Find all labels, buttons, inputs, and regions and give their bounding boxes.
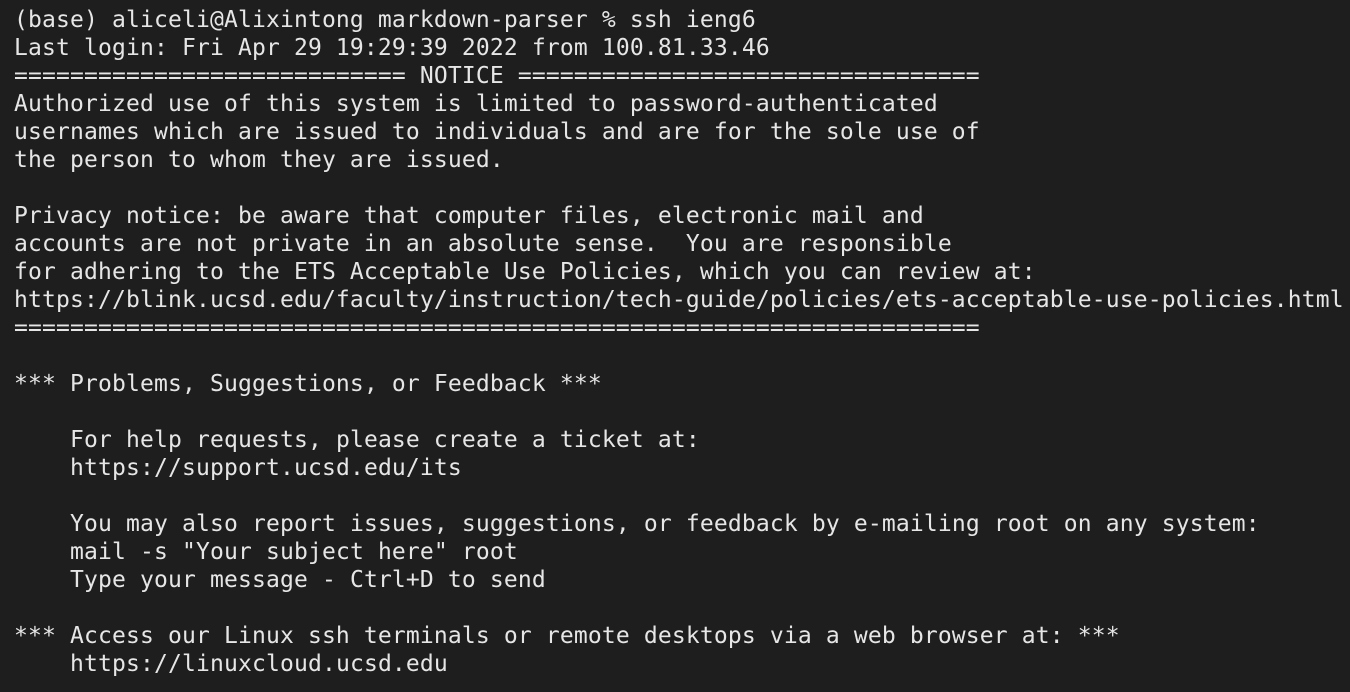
linuxcloud-url-line[interactable]: https://linuxcloud.ucsd.edu bbox=[14, 650, 1350, 678]
support-url-line[interactable]: https://support.ucsd.edu/its bbox=[14, 454, 1350, 482]
terminal-window[interactable]: (base) aliceli@Alixintong markdown-parse… bbox=[0, 0, 1350, 692]
access-heading: *** Access our Linux ssh terminals or re… bbox=[14, 623, 1120, 649]
report-text-line: You may also report issues, suggestions,… bbox=[70, 511, 1260, 537]
privacy-text-line: for adhering to the ETS Acceptable Use P… bbox=[14, 259, 1036, 285]
privacy-text-line: accounts are not private in an absolute … bbox=[14, 231, 952, 257]
notice-text-line: usernames which are issued to individual… bbox=[14, 119, 980, 145]
privacy-text-line: Privacy notice: be aware that computer f… bbox=[14, 203, 924, 229]
mail-command-line: mail -s "Your subject here" root bbox=[70, 539, 518, 565]
notice-header: ============================ NOTICE ====… bbox=[14, 63, 980, 89]
help-text-line: For help requests, please create a ticke… bbox=[70, 427, 700, 453]
policy-url-line[interactable]: https://blink.ucsd.edu/faculty/instructi… bbox=[14, 286, 1350, 314]
report-text-line: Type your message - Ctrl+D to send bbox=[70, 567, 546, 593]
shell-prompt-line: (base) aliceli@Alixintong markdown-parse… bbox=[14, 7, 756, 33]
notice-text-line: Authorized use of this system is limited… bbox=[14, 91, 938, 117]
feedback-heading: *** Problems, Suggestions, or Feedback *… bbox=[14, 371, 602, 397]
last-login-line: Last login: Fri Apr 29 19:29:39 2022 fro… bbox=[14, 35, 770, 61]
notice-footer: ========================================… bbox=[14, 315, 980, 341]
notice-text-line: the person to whom they are issued. bbox=[14, 147, 504, 173]
